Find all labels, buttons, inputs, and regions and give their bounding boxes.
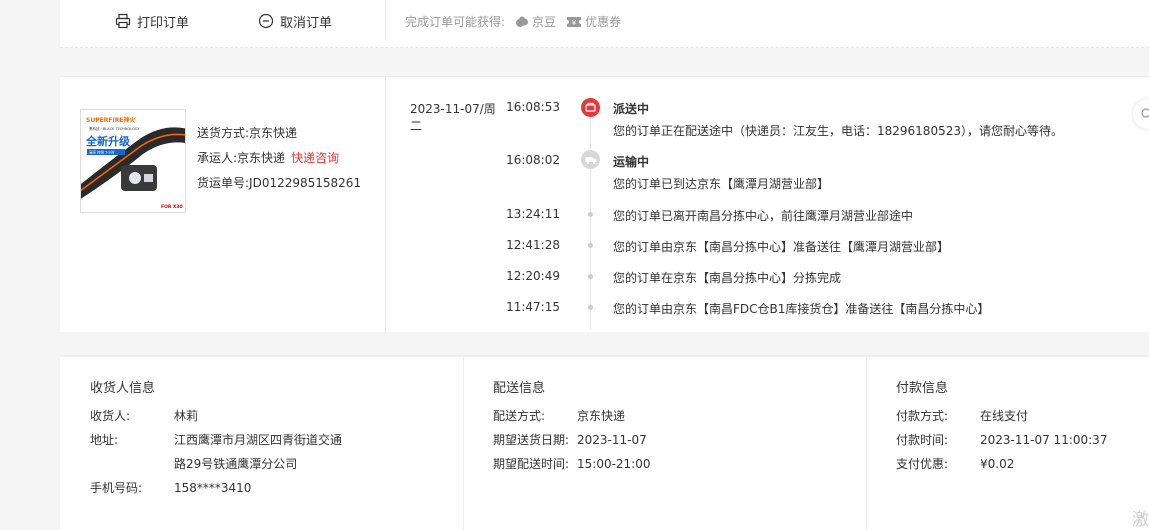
divider — [385, 77, 386, 333]
timeline-description: 您的订单由京东【南昌FDC仓B1库接货仓】准备送往【南昌分拣中心】 — [613, 302, 990, 316]
reward-info: 完成订单可能获得: 京豆 ¥ 优惠券 — [405, 13, 621, 30]
expected-time-row: 期望配送时间: 15:00-21:00 — [493, 455, 651, 472]
carrier-value: 京东快递 — [237, 151, 286, 165]
timeline-title: 派送中 — [613, 102, 650, 116]
truck-icon — [581, 150, 600, 169]
divider — [385, 0, 386, 40]
timeline-description: 您的订单已离开南昌分拣中心，前往鹰潭月湖营业部途中 — [613, 209, 914, 223]
product-headline: 全新升级 — [85, 134, 131, 148]
timeline-time: 16:08:53 — [506, 100, 560, 114]
reward-coupon: ¥ 优惠券 — [566, 13, 621, 30]
expected-date-row: 期望送货日期: 2023-11-07 — [493, 431, 647, 448]
expected-date-label: 期望送货日期: — [493, 433, 570, 447]
delivery-method-row: 配送方式: 京东快递 — [493, 407, 625, 424]
product-subtitle: 黑科技 · BLACK TECHNOLOGY — [89, 126, 140, 131]
timeline-time: 13:24:11 — [506, 207, 560, 221]
cancel-order-button[interactable]: 取消订单 — [258, 11, 332, 31]
printer-icon — [115, 13, 131, 29]
svg-text:¥: ¥ — [572, 19, 577, 27]
reward-coupon-label: 优惠券 — [585, 15, 622, 29]
receiver-address-label: 地址: — [90, 433, 119, 447]
shipment-info: 送货方式:京东快递 承运人:京东快递 快递咨询 货运单号:JD0122985158… — [197, 121, 361, 196]
tracking-panel: SUPERFIRE神火 黑科技 · BLACK TECHNOLOGY 全新升级 … — [60, 76, 1149, 333]
timeline-title: 运输中 — [613, 155, 650, 169]
delivery-info-section: 配送信息 配送方式: 京东快递 期望送货日期: 2023-11-07 期望配送时间:… — [463, 357, 866, 530]
carrier-row: 承运人:京东快递 快递咨询 — [197, 146, 361, 171]
waybill-value: JD0122985158261 — [249, 176, 362, 190]
carrier-label: 承运人: — [197, 151, 238, 165]
timeline-dot — [588, 243, 593, 248]
timeline-time: 12:41:28 — [506, 238, 560, 252]
receiver-name-value: 林莉 — [174, 409, 199, 423]
courier-consult-link[interactable]: 快递咨询 — [291, 151, 339, 165]
receiver-address-row-2: 路29号铁通鹰潭分公司 — [90, 455, 297, 472]
delivery-method-label: 配送方式: — [493, 409, 546, 423]
receiver-address-row: 地址: 江西鹰潭市月湖区四青街道交通 — [90, 431, 342, 448]
jingdou-icon — [515, 16, 529, 28]
waybill-row: 货运单号:JD0122985158261 — [197, 171, 361, 196]
shipment-method-row: 送货方式:京东快递 — [197, 121, 361, 146]
cancel-order-label: 取消订单 — [280, 15, 333, 31]
reward-jingdou: 京豆 — [515, 13, 556, 30]
receiver-info-heading: 收货人信息 — [90, 381, 156, 396]
circle-icon — [1141, 107, 1149, 121]
timeline-time: 11:47:15 — [506, 300, 560, 314]
order-action-bar: 打印订单 取消订单 完成订单可能获得: 京豆 ¥ 优惠券 — [60, 0, 1149, 48]
timeline-dot — [588, 305, 593, 310]
timeline-time: 12:20:49 — [506, 269, 560, 283]
product-tag: 高亮 持续 5小时 — [89, 150, 115, 155]
payment-time-label: 付款时间: — [896, 433, 949, 447]
timeline-dot — [588, 212, 593, 217]
receiver-name-row: 收货人: 林莉 — [90, 407, 198, 424]
receiver-phone-value: 158****3410 — [174, 481, 252, 495]
timeline-time: 16:08:02 — [506, 153, 560, 167]
timeline-dot — [588, 274, 593, 279]
reward-jingdou-label: 京豆 — [532, 15, 557, 29]
receiver-phone-row: 手机号码: 158****3410 — [90, 479, 251, 496]
receiver-name-label: 收货人: — [90, 409, 131, 423]
receiver-address-value: 江西鹰潭市月湖区四青街道交通 — [174, 433, 343, 447]
expected-time-label: 期望配送时间: — [493, 457, 570, 471]
expected-date-value: 2023-11-07 — [577, 433, 647, 447]
receiver-address-value-2: 路29号铁通鹰潭分公司 — [174, 457, 298, 471]
product-image[interactable]: SUPERFIRE神火 黑科技 · BLACK TECHNOLOGY 全新升级 … — [80, 109, 186, 213]
timeline-description: 您的订单由京东【南昌分拣中心】准备送往【鹰潭月湖营业部】 — [613, 240, 950, 254]
payment-method-row: 付款方式: 在线支付 — [896, 407, 1028, 424]
product-model: FOR X30 — [161, 204, 183, 210]
timeline-description: 您的订单在京东【南昌分拣中心】分拣完成 — [613, 271, 842, 285]
delivery-info-heading: 配送信息 — [493, 381, 546, 396]
payment-time-value: 2023-11-07 11:00:37 — [980, 433, 1108, 447]
payment-info-section: 付款信息 付款方式: 在线支付 付款时间: 2023-11-07 11:00:37 … — [866, 357, 1149, 530]
expected-time-value: 15:00-21:00 — [577, 457, 651, 471]
side-float-button[interactable] — [1133, 99, 1149, 129]
payment-discount-value: ¥0.02 — [980, 457, 1015, 471]
timeline-description: 您的订单正在配送途中（快递员：江友生，电话：18296180523），请您耐心等… — [613, 124, 1063, 138]
receiver-info-section: 收货人信息 收货人: 林莉 地址: 江西鹰潭市月湖区四青街道交通 路29号铁通鹰潭分… — [60, 357, 463, 530]
payment-info-heading: 付款信息 — [896, 381, 949, 396]
shipment-method-label: 送货方式: — [197, 126, 250, 140]
timeline-date: 2023-11-07/周二 — [410, 102, 496, 133]
waybill-label: 货运单号: — [197, 176, 250, 190]
delivery-icon — [581, 98, 600, 117]
print-order-button[interactable]: 打印订单 — [115, 11, 189, 31]
payment-discount-row: 支付优惠: ¥0.02 — [896, 455, 1014, 472]
delivery-method-value: 京东快递 — [577, 409, 626, 423]
product-brand: SUPERFIRE神火 — [86, 116, 136, 124]
timeline-description: 您的订单已到达京东【鹰潭月湖营业部】 — [613, 177, 830, 191]
shipment-method-value: 京东快递 — [249, 126, 298, 140]
watermark-text: 激 — [1132, 510, 1149, 530]
order-info-panel: 收货人信息 收货人: 林莉 地址: 江西鹰潭市月湖区四青街道交通 路29号铁通鹰潭分… — [60, 355, 1149, 530]
payment-discount-label: 支付优惠: — [896, 457, 949, 471]
payment-method-value: 在线支付 — [980, 409, 1029, 423]
coupon-icon: ¥ — [566, 16, 582, 28]
timeline-line — [590, 117, 591, 329]
payment-time-row: 付款时间: 2023-11-07 11:00:37 — [896, 431, 1107, 448]
receiver-phone-label: 手机号码: — [90, 481, 143, 495]
payment-method-label: 付款方式: — [896, 409, 949, 423]
minus-circle-icon — [258, 13, 274, 29]
reward-prefix: 完成订单可能获得: — [405, 15, 506, 29]
print-order-label: 打印订单 — [137, 15, 190, 31]
